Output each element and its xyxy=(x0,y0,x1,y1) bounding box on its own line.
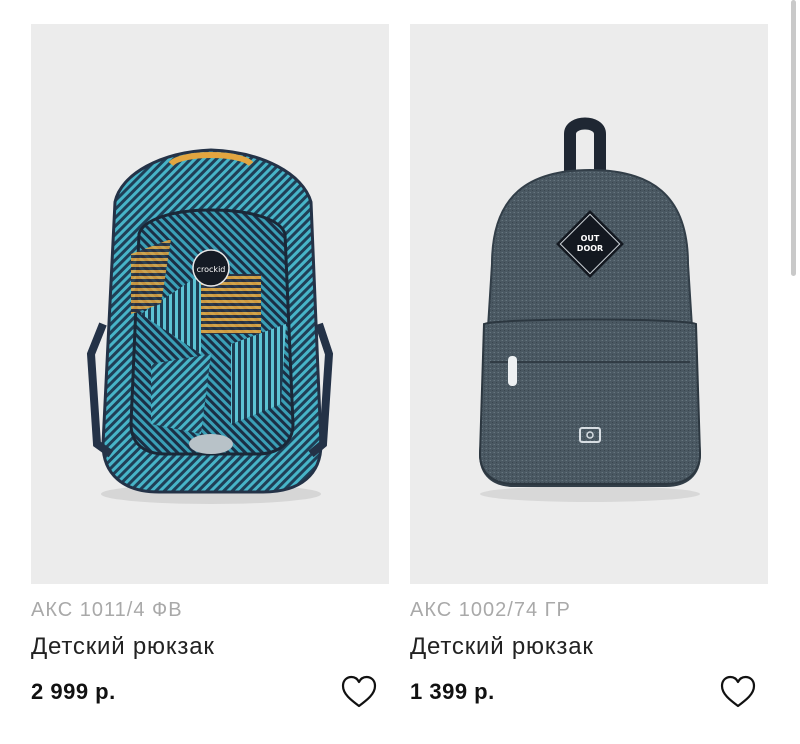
product-sku: АКС 1002/74 ГР xyxy=(410,599,571,621)
heart-outline-icon[interactable] xyxy=(720,675,756,709)
product-image[interactable]: OUT DOOR xyxy=(410,24,768,584)
product-card[interactable]: crockid АКС 1011/4 ФВ Детский рюкзак 2 9… xyxy=(31,24,389,711)
brand-patch-text-line1: OUT xyxy=(581,234,600,243)
product-image[interactable]: crockid xyxy=(31,24,389,584)
product-grid: crockid АКС 1011/4 ФВ Детский рюкзак 2 9… xyxy=(0,0,800,744)
product-price: 1 399 р. xyxy=(410,679,495,704)
product-title[interactable]: Детский рюкзак xyxy=(31,632,389,662)
heart-outline-icon[interactable] xyxy=(341,675,377,709)
product-sku: АКС 1011/4 ФВ xyxy=(31,599,183,621)
scrollbar[interactable] xyxy=(791,0,796,276)
price-row: 1 399 р. xyxy=(410,675,768,711)
product-price: 2 999 р. xyxy=(31,679,116,704)
product-card[interactable]: OUT DOOR АКС 1002/74 ГР Детский рюкзак 1… xyxy=(410,24,768,711)
product-title[interactable]: Детский рюкзак xyxy=(410,632,768,662)
backpack-crockid-image: crockid xyxy=(86,148,334,504)
price-row: 2 999 р. xyxy=(31,675,389,711)
brand-patch-text: crockid xyxy=(197,265,226,274)
brand-patch-text-line2: DOOR xyxy=(577,244,603,253)
backpack-outdoor-image: OUT DOOR xyxy=(478,117,702,502)
